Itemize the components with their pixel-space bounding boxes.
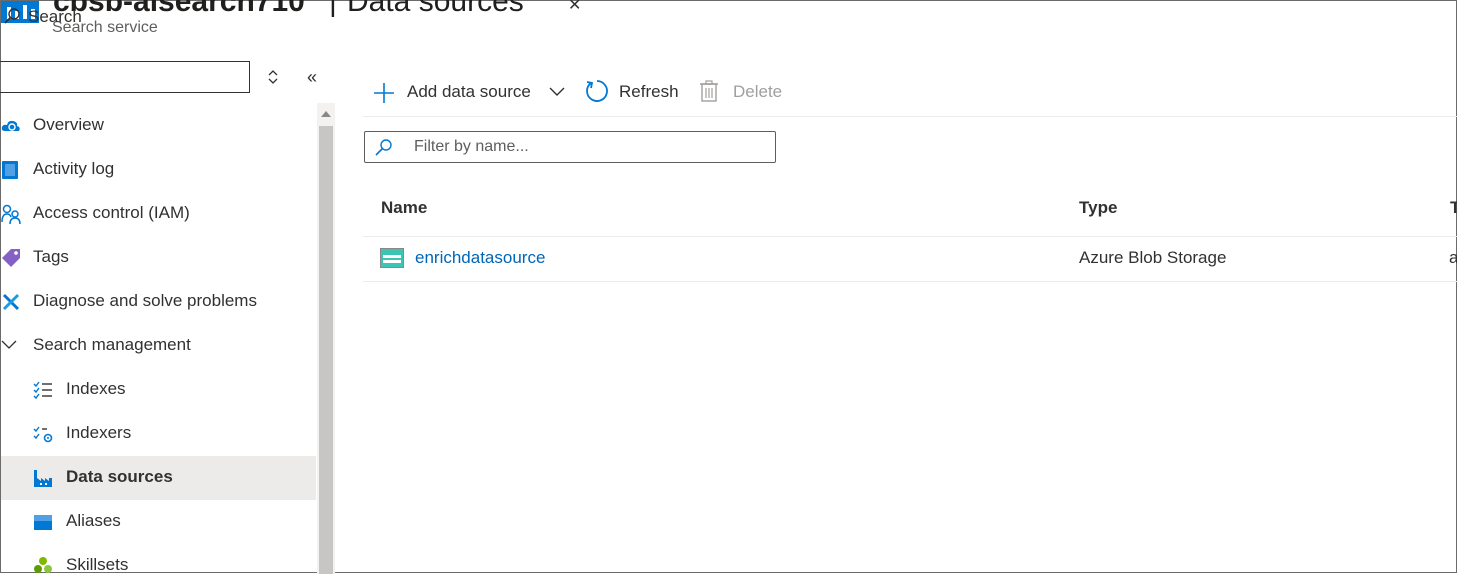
sidebar-item-label: Overview <box>33 115 104 134</box>
sidebar-item-label: Skillsets <box>66 555 129 574</box>
activity-log-icon <box>2 161 18 179</box>
sidebar-group-search-management[interactable]: Search management <box>1 324 316 368</box>
sidebar-item-indexers[interactable]: Indexers <box>1 412 316 456</box>
skillsets-icon <box>34 557 52 573</box>
sidebar-item-label: Tags <box>33 247 69 266</box>
sidebar-item-label: Data sources <box>66 467 173 486</box>
sidebar-item-skillsets[interactable]: Skillsets <box>1 544 316 588</box>
delete-button[interactable]: Delete <box>699 79 789 105</box>
sidebar-search-placeholder: Search <box>28 7 82 26</box>
sidebar-search-input[interactable] <box>0 61 250 93</box>
search-icon <box>4 8 20 24</box>
table-row-divider <box>363 281 1457 282</box>
sidebar-item-data-sources[interactable]: Data sources <box>1 456 316 500</box>
indexes-icon <box>33 381 52 400</box>
sidebar-item-activity-log[interactable]: Activity log <box>1 148 316 192</box>
table-header-divider <box>363 236 1457 237</box>
sidebar-item-label: Access control (IAM) <box>33 203 190 222</box>
chevron-down-icon <box>1 340 17 349</box>
data-source-third-cell: a <box>1449 248 1457 267</box>
sidebar-item-diagnose[interactable]: Diagnose and solve problems <box>1 280 316 324</box>
delete-label: Delete <box>733 82 783 101</box>
overview-cloud-icon <box>1 120 20 131</box>
wrench-icon <box>2 293 20 311</box>
sidebar-item-indexes[interactable]: Indexes <box>1 368 316 412</box>
trash-icon <box>700 80 718 102</box>
sidebar-item-tags[interactable]: Tags <box>1 236 316 280</box>
sort-updown-icon[interactable] <box>267 67 279 87</box>
chevron-down-icon[interactable] <box>549 86 565 98</box>
add-data-source-label: Add data source <box>407 82 531 101</box>
sidebar-item-access-control[interactable]: Access control (IAM) <box>1 192 316 236</box>
scrollbar-thumb[interactable] <box>319 126 333 574</box>
sidebar-item-aliases[interactable]: Aliases <box>1 500 316 544</box>
collapse-sidebar-icon[interactable]: « <box>307 67 317 88</box>
refresh-label: Refresh <box>619 82 679 101</box>
resource-title: cbsb-aisearch710 <box>53 0 305 18</box>
column-header-type[interactable]: Type <box>1079 198 1117 218</box>
sidebar-item-label: Activity log <box>33 159 115 178</box>
data-source-type: Azure Blob Storage <box>1079 248 1227 267</box>
title-separator: | <box>329 0 337 18</box>
scroll-up-icon[interactable] <box>321 111 331 117</box>
data-source-name-link[interactable]: enrichdatasource <box>415 248 545 268</box>
refresh-icon <box>586 80 608 102</box>
toolbar-divider <box>363 116 1457 117</box>
sidebar-item-label: Aliases <box>66 511 121 530</box>
column-header-name[interactable]: Name <box>381 198 427 218</box>
sidebar-item-overview[interactable]: Overview <box>1 104 316 148</box>
aliases-icon <box>34 515 52 530</box>
plus-icon <box>374 83 394 103</box>
sidebar-item-label: Indexes <box>66 379 126 398</box>
star-icon[interactable]: ✕ <box>568 0 581 15</box>
tag-icon <box>2 249 20 267</box>
search-icon <box>375 139 392 156</box>
add-data-source-button[interactable]: Add data source <box>373 79 568 105</box>
indexers-icon <box>33 426 53 443</box>
sidebar-item-label: Diagnose and solve problems <box>33 291 257 310</box>
sidebar-item-label: Indexers <box>66 423 132 442</box>
filter-placeholder: Filter by name... <box>414 138 529 155</box>
page-title: Data sources <box>347 0 524 18</box>
sidebar-item-label: Search management <box>33 335 191 354</box>
column-header-third[interactable]: T <box>1450 198 1457 218</box>
blob-storage-icon <box>380 248 404 268</box>
factory-icon <box>34 470 52 487</box>
refresh-button[interactable]: Refresh <box>585 79 680 105</box>
people-icon <box>1 204 21 224</box>
